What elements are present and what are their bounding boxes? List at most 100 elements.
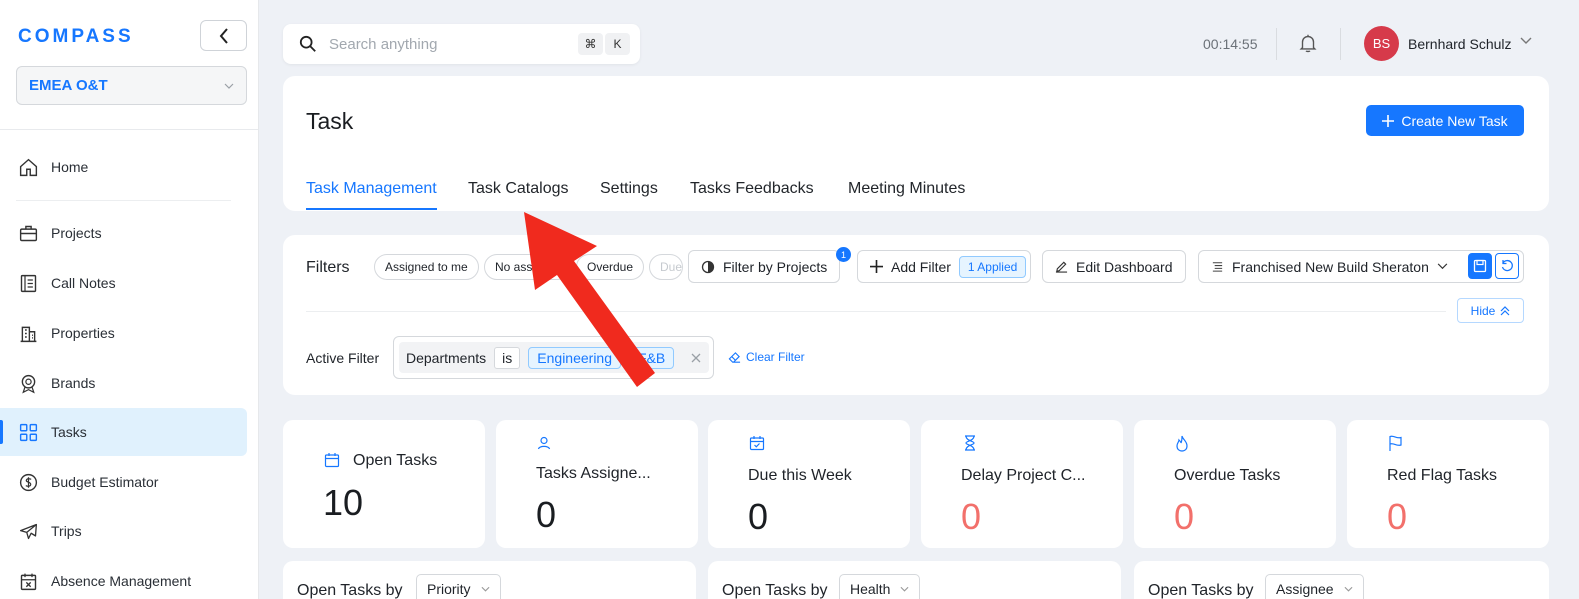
group-by-value: Health [850,581,891,597]
sidebar-item-label: Call Notes [51,275,116,291]
avatar[interactable]: BS [1364,26,1399,61]
applied-count-tag: 1 Applied [958,255,1027,278]
chip-no-assignee[interactable]: No assi [484,254,570,280]
filter-by-projects-label: Filter by Projects [723,258,828,275]
create-new-task-label: Create New Task [1401,112,1508,129]
stat-delay-project[interactable]: Delay Project C... 0 [921,420,1123,548]
active-filter-box[interactable]: Departments is Engineering F&B [393,336,714,379]
sidebar: COMPASS EMEA O&T Home Projects Call Note… [0,0,259,599]
topbar-divider [1340,28,1341,60]
tab-task-catalogs[interactable]: Task Catalogs [468,180,569,198]
sidebar-item-trips[interactable]: Trips [0,507,247,555]
close-icon[interactable] [690,352,702,364]
stat-value: 0 [1174,496,1195,537]
chip-assigned-to-me[interactable]: Assigned to me [374,254,479,280]
filter-field: Departments [406,349,487,366]
add-filter-button[interactable]: Add Filter 1 Applied [857,250,1032,283]
sidebar-item-label: Budget Estimator [51,474,159,490]
chevron-down-icon [224,83,234,89]
sidebar-item-label: Brands [51,375,96,391]
dollar-icon [19,473,38,491]
active-filter-condition: Departments is Engineering F&B [399,342,709,373]
sidebar-item-label: Properties [51,325,115,341]
compass-logo: COMPASS [18,26,134,47]
open-tasks-by-assignee-card: Open Tasks by Assignee [1134,561,1549,599]
tab-task-management[interactable]: Task Management [306,180,437,198]
save-dashboard-button[interactable] [1468,253,1492,279]
active-filter-label: Active Filter [306,350,380,366]
stat-tasks-assigned[interactable]: Tasks Assigne... 0 [496,420,698,548]
stat-label: Overdue Tasks [1174,467,1281,484]
sidebar-item-budget-estimator[interactable]: Budget Estimator [0,458,247,506]
card-title: Open Tasks by [1148,582,1254,599]
stat-label: Open Tasks [353,452,438,469]
open-tasks-by-priority-card: Open Tasks by Priority [283,561,696,599]
briefcase-icon [19,225,38,241]
add-filter-label: Add Filter [891,258,951,275]
stat-value: 0 [748,496,769,537]
group-by-select[interactable]: Health [839,574,921,599]
sidebar-item-brands[interactable]: Brands [0,359,247,407]
flag-icon [1389,435,1402,451]
stat-value: 0 [961,496,982,537]
collapse-sidebar-button[interactable] [200,20,247,51]
filter-by-projects-button[interactable]: Filter by Projects [688,250,841,283]
sidebar-item-absence-management[interactable]: Absence Management [0,557,247,599]
stat-label: Tasks Assigne... [536,465,651,482]
card-title: Open Tasks by [297,582,403,599]
brand-badge-icon [21,374,36,393]
notification-bell-icon[interactable] [1297,32,1319,59]
chip-due[interactable]: Due [649,254,683,280]
chevron-down-icon[interactable] [1520,37,1532,45]
save-icon [1473,259,1487,273]
flame-icon [1176,435,1188,452]
home-icon [19,158,38,176]
stat-overdue-tasks[interactable]: Overdue Tasks 0 [1134,420,1336,548]
sidebar-divider [0,129,258,130]
search-bar[interactable]: ⌘ K [283,24,640,64]
chevron-down-icon [1437,263,1448,270]
sidebar-item-label: Absence Management [51,573,192,589]
grid-icon [19,423,38,441]
session-timer: 00:14:55 [1203,36,1258,52]
stat-open-tasks[interactable]: Open Tasks 10 [283,420,485,548]
sidebar-item-properties[interactable]: Properties [0,309,247,357]
org-select[interactable]: EMEA O&T [16,66,247,105]
chip-overdue[interactable]: Overdue [576,254,645,280]
tab-settings[interactable]: Settings [600,180,658,198]
hide-filters-button[interactable]: Hide [1457,298,1524,323]
sidebar-item-label: Home [51,159,89,175]
user-name[interactable]: Bernhard Schulz [1408,36,1512,52]
double-chevron-up-icon [1500,305,1510,315]
task-header-card: Task Create New Task Task Management Tas… [283,76,1549,211]
tab-tasks-feedbacks[interactable]: Tasks Feedbacks [690,180,814,198]
sidebar-separator [16,200,231,201]
chevron-down-icon [1344,586,1353,592]
reset-dashboard-button[interactable] [1495,253,1519,279]
filter-divider [306,311,1446,312]
stat-due-this-week[interactable]: Due this Week 0 [708,420,910,548]
sidebar-item-home[interactable]: Home [0,143,247,191]
stat-value: 0 [1387,496,1408,537]
search-icon [299,35,316,52]
sidebar-item-projects[interactable]: Projects [0,209,247,257]
sidebar-item-tasks[interactable]: Tasks [0,408,247,456]
list-icon [1212,262,1223,272]
stat-label: Delay Project C... [961,467,1086,484]
org-select-value: EMEA O&T [29,77,108,94]
sidebar-item-call-notes[interactable]: Call Notes [0,259,247,307]
create-new-task-button[interactable]: Create New Task [1366,105,1524,136]
stat-label: Red Flag Tasks [1387,467,1497,484]
search-input[interactable] [329,35,559,53]
stat-value: 0 [536,494,557,535]
clear-filter-button[interactable]: Clear Filter [728,350,805,364]
edit-icon [1055,261,1068,273]
group-by-select[interactable]: Assignee [1265,574,1364,599]
tab-meeting-minutes[interactable]: Meeting Minutes [848,180,965,198]
edit-dashboard-button[interactable]: Edit Dashboard [1042,250,1186,283]
card-title: Open Tasks by [722,582,828,599]
group-by-select[interactable]: Priority [416,574,501,599]
hide-label: Hide [1470,303,1496,318]
topbar-divider [1276,28,1277,60]
stat-red-flag-tasks[interactable]: Red Flag Tasks 0 [1347,420,1549,548]
